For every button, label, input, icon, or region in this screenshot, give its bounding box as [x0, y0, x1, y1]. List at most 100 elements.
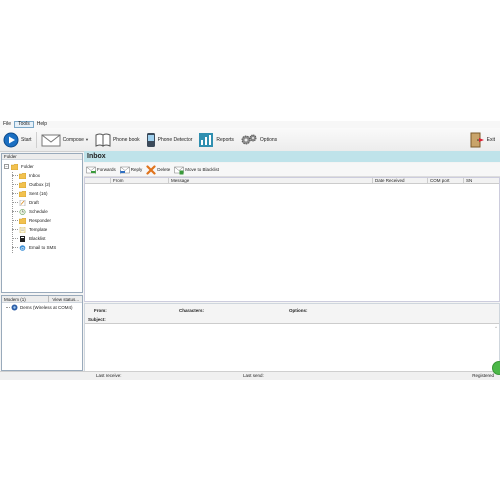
folder-item-label: Outbox (2)	[29, 182, 51, 187]
folder-item-inbox[interactable]: Inbox	[4, 171, 82, 180]
view-status-button[interactable]: View status...	[48, 296, 82, 302]
sent-folder-icon	[19, 190, 26, 197]
scroll-up-icon[interactable]: ^	[495, 325, 497, 330]
inbox-title: Inbox	[84, 151, 500, 162]
preview-body[interactable]: ^	[85, 323, 499, 371]
message-list-header: From Message Date Received COM port SN	[85, 178, 499, 184]
folder-item-template[interactable]: Template	[4, 225, 82, 234]
menu-bar: File Tools Help	[0, 121, 500, 128]
phone-book-button[interactable]: Phone book	[95, 130, 143, 150]
move-to-blacklist-icon	[174, 166, 185, 174]
forward-icon	[86, 166, 96, 174]
phone-detector-label: Phone Detector	[157, 136, 193, 143]
menu-file[interactable]: File	[0, 121, 14, 128]
clock-icon	[19, 208, 26, 215]
inbox-folder-icon	[19, 172, 26, 179]
folder-icon	[11, 163, 18, 170]
preview-characters-label: Characters:	[179, 308, 205, 313]
message-preview: From: Characters: Options: Subject: ^	[84, 303, 500, 371]
column-header-com-port[interactable]: COM port	[428, 178, 464, 183]
inbox-toolbar: Forwards Reply Delete Move to Blacklist	[84, 163, 500, 177]
modem-device-icon	[11, 304, 18, 311]
status-last-send: Last send:	[243, 373, 264, 378]
folder-item-schedule[interactable]: Schedule	[4, 207, 82, 216]
envelope-icon	[41, 134, 61, 146]
app-window: File Tools Help Start Compose ▼ Phone bo…	[0, 121, 500, 380]
reports-button[interactable]: Reports	[198, 130, 237, 150]
preview-subject-label: Subject:	[88, 317, 106, 322]
collapse-icon[interactable]: −	[4, 164, 9, 169]
start-icon	[3, 132, 19, 147]
status-registered: Registered	[472, 373, 494, 378]
folder-item-label: Sent (16)	[29, 191, 48, 196]
modem-device-label: Dems (Wireless at COM4)	[20, 305, 73, 310]
compose-button[interactable]: Compose ▼	[41, 130, 92, 150]
folder-item-label: Responder	[29, 218, 52, 223]
folder-item-label: Email to SMS	[29, 245, 57, 250]
notification-badge-icon[interactable]	[492, 361, 500, 375]
column-header-from[interactable]: From	[111, 178, 169, 183]
responder-folder-icon	[19, 217, 26, 224]
folder-item-responder[interactable]: Responder	[4, 216, 82, 225]
menu-tools[interactable]: Tools	[14, 121, 34, 128]
folder-item-email-to-sms[interactable]: @ Email to SMS	[4, 243, 82, 252]
start-label: Start	[21, 136, 32, 143]
exit-door-icon	[470, 132, 484, 147]
reply-icon	[119, 166, 130, 174]
folder-item-label: Template	[29, 227, 48, 232]
template-icon	[19, 226, 26, 233]
svg-text:@: @	[20, 245, 24, 250]
modem-panel-header: Modem (1) View status...	[2, 296, 82, 303]
column-header-date-received[interactable]: Date Received	[373, 178, 428, 183]
preview-from-label: From:	[94, 308, 107, 313]
column-header-message[interactable]: Message	[169, 178, 373, 183]
phone-detector-button[interactable]: Phone Detector	[146, 130, 196, 150]
move-to-blacklist-label: Move to Blacklist	[185, 167, 220, 172]
exit-button[interactable]: Exit	[469, 130, 498, 150]
forward-button[interactable]: Forwards	[86, 165, 116, 175]
toolbar-divider	[35, 131, 37, 148]
folder-item-sent[interactable]: Sent (16)	[4, 189, 82, 198]
folder-item-draft[interactable]: Draft	[4, 198, 82, 207]
options-label: Options	[259, 136, 278, 143]
options-button[interactable]: Options	[240, 130, 280, 150]
delete-label: Delete	[157, 167, 171, 172]
blacklist-icon	[20, 235, 25, 242]
start-button[interactable]: Start	[3, 130, 35, 150]
folder-item-label: Blacklist	[29, 236, 46, 241]
phone-icon	[146, 132, 155, 147]
preview-options-label: Options:	[289, 308, 308, 313]
folder-item-blacklist[interactable]: Blacklist	[4, 234, 82, 243]
tree-root-folder[interactable]: − Folder	[4, 162, 82, 171]
phone-book-label: Phone book	[112, 136, 140, 143]
folder-item-label: Inbox	[29, 173, 41, 178]
folder-item-outbox[interactable]: Outbox (2)	[4, 180, 82, 189]
modem-count: Modem (1)	[4, 297, 26, 302]
reports-label: Reports	[216, 136, 234, 143]
folder-panel: Folder − Folder Inbox Outbox (2) Sent (1…	[1, 153, 83, 293]
reply-button[interactable]: Reply	[119, 165, 142, 175]
folder-item-label: Schedule	[29, 209, 48, 214]
move-to-blacklist-button[interactable]: Move to Blacklist	[174, 165, 219, 175]
message-list[interactable]: From Message Date Received COM port SN	[84, 177, 500, 302]
chevron-down-icon[interactable]: ▼	[85, 137, 89, 142]
column-header-icon[interactable]	[85, 178, 111, 183]
draft-icon	[19, 199, 26, 206]
delete-icon	[146, 164, 156, 175]
status-last-receive: Last receive:	[96, 373, 122, 378]
folder-tree: − Folder Inbox Outbox (2) Sent (16) Draf…	[2, 160, 82, 253]
menu-help[interactable]: Help	[34, 121, 50, 128]
modem-panel: Modem (1) View status... Dems (Wireless …	[1, 295, 83, 371]
email-icon: @	[19, 244, 26, 251]
forward-label: Forwards	[97, 167, 116, 172]
exit-label: Exit	[486, 136, 495, 143]
modem-item[interactable]: Dems (Wireless at COM4)	[2, 303, 82, 312]
book-icon	[95, 133, 111, 147]
tree-line	[6, 307, 10, 308]
outbox-folder-icon	[19, 181, 26, 188]
gears-icon	[241, 134, 257, 144]
column-header-sn[interactable]: SN	[464, 178, 499, 183]
folder-item-label: Draft	[29, 200, 39, 205]
compose-label: Compose	[62, 136, 84, 143]
delete-button[interactable]: Delete	[146, 164, 171, 175]
